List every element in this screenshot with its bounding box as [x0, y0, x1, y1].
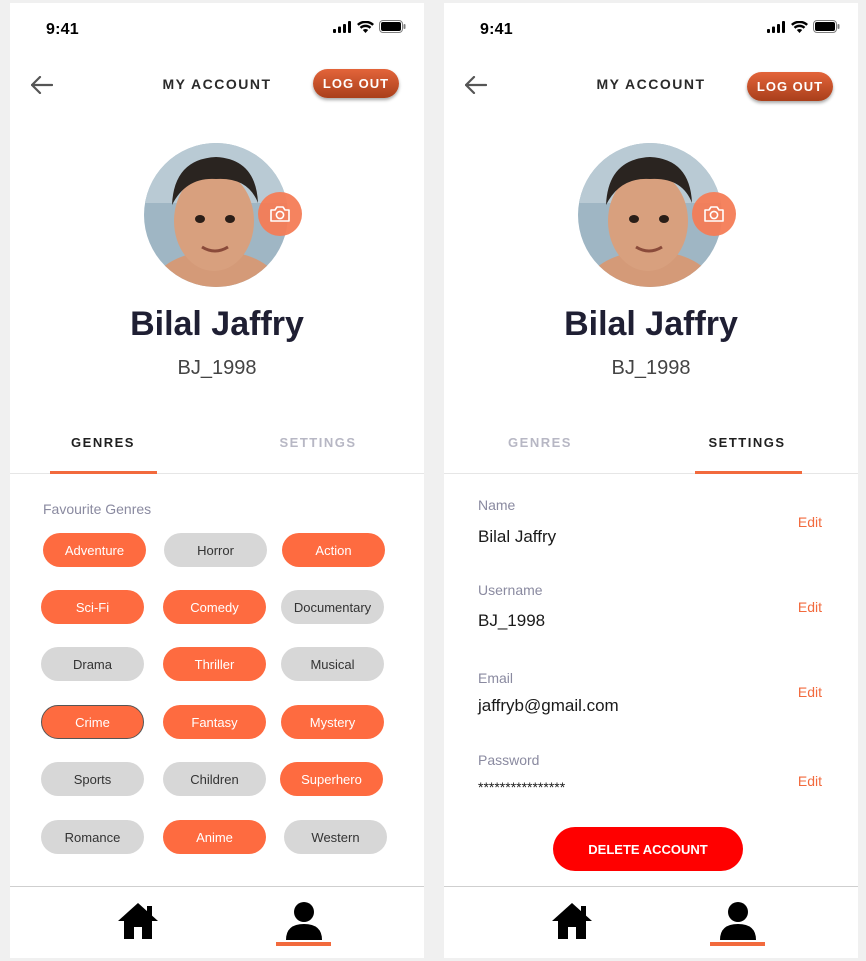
username-value: BJ_1998: [478, 611, 546, 630]
camera-icon: [270, 206, 290, 222]
nav-profile-button[interactable]: [282, 900, 326, 942]
logout-button[interactable]: LOG OUT: [313, 69, 399, 98]
email-value: jaffryb@gmail.com: [478, 696, 619, 715]
nav-home-button[interactable]: [550, 900, 594, 942]
wifi-icon: [791, 20, 808, 33]
logout-button[interactable]: LOG OUT: [747, 72, 833, 101]
name-label: Name: [478, 497, 516, 513]
battery-icon: [813, 20, 840, 33]
status-bar: 9:41: [444, 3, 858, 53]
genre-chip[interactable]: Superhero: [280, 762, 383, 796]
tab-genres[interactable]: GENRES: [470, 435, 610, 450]
genre-chip[interactable]: Anime: [163, 820, 266, 854]
tab-bar: GENRES SETTINGS: [444, 423, 858, 474]
profile-name: Bilal Jaffry: [564, 305, 738, 343]
delete-account-button[interactable]: DELETE ACCOUNT: [553, 827, 743, 871]
genre-chip[interactable]: Thriller: [163, 647, 266, 681]
genre-chip[interactable]: Western: [284, 820, 387, 854]
active-tab-indicator: [50, 471, 157, 474]
genre-chip[interactable]: Comedy: [163, 590, 266, 624]
status-time: 9:41: [480, 21, 513, 38]
bottom-nav: [10, 886, 424, 958]
status-time: 9:41: [46, 21, 79, 38]
genre-chip[interactable]: Romance: [41, 820, 144, 854]
status-bar: 9:41: [10, 3, 424, 53]
nav-home-button[interactable]: [116, 900, 160, 942]
genre-chip[interactable]: Drama: [41, 647, 144, 681]
user-icon: [720, 902, 756, 940]
battery-icon: [379, 20, 406, 33]
genre-chip[interactable]: Mystery: [281, 705, 384, 739]
header: MY ACCOUNT LOG OUT: [10, 61, 424, 111]
signal-icon: [767, 20, 785, 33]
name-value: Bilal Jaffry: [478, 527, 557, 546]
edit-name-button[interactable]: Edit: [798, 514, 822, 530]
camera-icon: [704, 206, 724, 222]
genre-chip[interactable]: Documentary: [281, 590, 384, 624]
genres-screen: 9:41 MY ACCOUNT LOG OUT Bilal Jaffry BJ_…: [10, 3, 424, 958]
nav-active-indicator: [276, 942, 331, 946]
favourite-genres-label: Favourite Genres: [43, 501, 152, 517]
tab-settings[interactable]: SETTINGS: [677, 435, 817, 450]
genre-chip[interactable]: Adventure: [43, 533, 146, 567]
genre-chip[interactable]: Sports: [41, 762, 144, 796]
change-photo-button[interactable]: [692, 192, 736, 236]
home-icon: [118, 903, 158, 939]
genre-chip[interactable]: Musical: [281, 647, 384, 681]
genre-chip[interactable]: Action: [282, 533, 385, 567]
nav-active-indicator: [710, 942, 765, 946]
profile-username: BJ_1998: [611, 357, 691, 379]
edit-email-button[interactable]: Edit: [798, 684, 822, 700]
status-icons: [767, 20, 840, 33]
password-label: Password: [478, 752, 540, 768]
tab-settings[interactable]: SETTINGS: [248, 435, 388, 450]
profile-username: BJ_1998: [177, 357, 257, 379]
genre-chip[interactable]: Fantasy: [163, 705, 266, 739]
change-photo-button[interactable]: [258, 192, 302, 236]
settings-screen: 9:41 MY ACCOUNT LOG OUT Bilal Jaffry BJ_…: [444, 3, 858, 958]
username-label: Username: [478, 582, 543, 598]
genre-chip[interactable]: Children: [163, 762, 266, 796]
active-tab-indicator: [695, 471, 802, 474]
email-label: Email: [478, 670, 514, 686]
bottom-nav: [444, 886, 858, 958]
genre-chip[interactable]: Crime: [41, 705, 144, 739]
home-icon: [552, 903, 592, 939]
genre-chip[interactable]: Sci-Fi: [41, 590, 144, 624]
nav-profile-button[interactable]: [716, 900, 760, 942]
edit-username-button[interactable]: Edit: [798, 599, 822, 615]
password-value: ****************: [478, 779, 566, 795]
user-icon: [286, 902, 322, 940]
header: MY ACCOUNT LOG OUT: [444, 61, 858, 111]
tab-genres[interactable]: GENRES: [33, 435, 173, 450]
profile-name: Bilal Jaffry: [130, 305, 304, 343]
edit-password-button[interactable]: Edit: [798, 773, 822, 789]
genre-chip[interactable]: Horror: [164, 533, 267, 567]
tab-bar: GENRES SETTINGS: [10, 423, 424, 474]
wifi-icon: [357, 20, 374, 33]
signal-icon: [333, 20, 351, 33]
status-icons: [333, 20, 406, 33]
